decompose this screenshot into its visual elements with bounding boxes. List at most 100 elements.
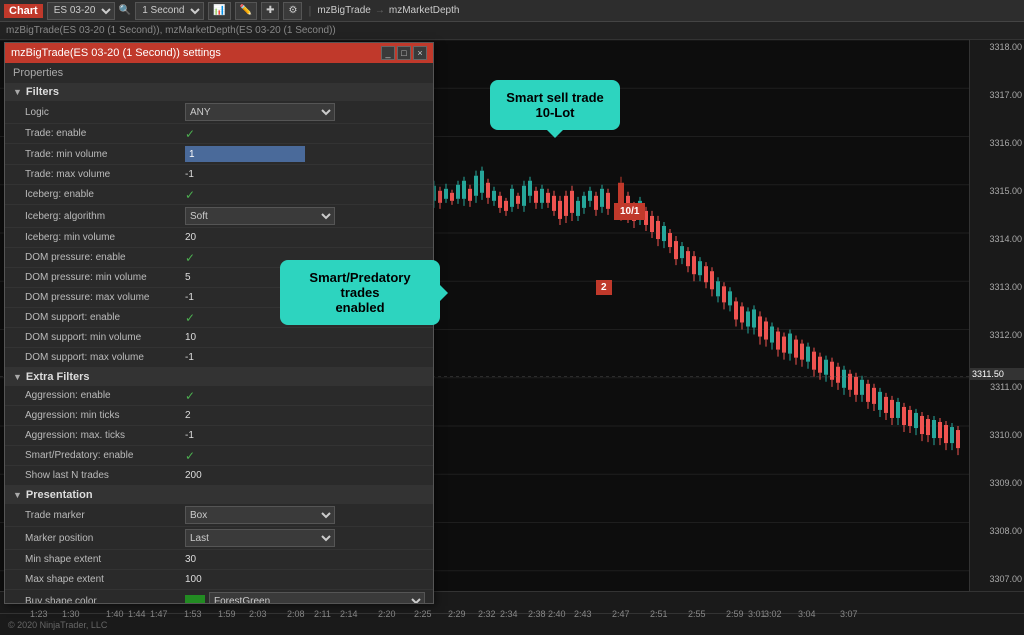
price-3314: 3314.00: [989, 234, 1022, 244]
prop-logic-value[interactable]: ANY: [185, 103, 425, 121]
prop-iceberg-enable: Iceberg: enable ✓: [5, 185, 433, 205]
prop-aggression-max-ticks: Aggression: max. ticks -1: [5, 426, 433, 446]
prop-dom-support-max: DOM support: max volume -1: [5, 348, 433, 368]
prop-trade-enable-value[interactable]: ✓: [185, 127, 425, 141]
prop-dom-support-enable-label: DOM support: enable: [25, 312, 185, 323]
price-3313: 3313.00: [989, 282, 1022, 292]
time-label-11: 2:20: [378, 609, 396, 619]
iceberg-alg-select[interactable]: Soft: [185, 207, 335, 225]
time-label-12: 2:25: [414, 609, 432, 619]
panel-restore-btn[interactable]: □: [397, 46, 411, 60]
trade-marker-large: 10/1: [614, 203, 645, 220]
main-area: 3318.00 3317.00 3316.00 3315.00 3314.00 …: [0, 40, 1024, 613]
smart-predatory-bubble: Smart/Predatory trades enabled: [280, 260, 440, 325]
time-label-8: 2:08: [287, 609, 305, 619]
panel-titlebar: mzBigTrade(ES 03-20 (1 Second)) settings…: [5, 43, 433, 63]
buy-color-box: [185, 595, 205, 603]
prop-trade-marker-label: Trade marker: [25, 510, 185, 521]
prop-min-shape-extent: Min shape extent 30: [5, 550, 433, 570]
prop-trade-enable-label: Trade: enable: [25, 128, 185, 139]
prop-aggression-max-ticks-label: Aggression: max. ticks: [25, 430, 185, 441]
instrument-select[interactable]: ES 03-20: [47, 2, 115, 20]
prop-iceberg-enable-value[interactable]: ✓: [185, 188, 425, 202]
price-3317: 3317.00: [989, 90, 1022, 100]
prop-trade-marker: Trade marker Box: [5, 504, 433, 527]
price-3309: 3309.00: [989, 478, 1022, 488]
panel-title: mzBigTrade(ES 03-20 (1 Second)) settings: [11, 47, 221, 59]
section-extra-filters[interactable]: ▼ Extra Filters: [5, 368, 433, 386]
time-label-24: 3:02: [764, 609, 782, 619]
trade-marker-select[interactable]: Box: [185, 506, 335, 524]
prop-aggression-enable-label: Aggression: enable: [25, 390, 185, 401]
marker-position-select[interactable]: Last: [185, 529, 335, 547]
time-label-10: 2:14: [340, 609, 358, 619]
nav-mzbig[interactable]: mzBigTrade: [317, 5, 371, 16]
draw-btn[interactable]: ✏️: [235, 2, 257, 20]
settings-btn[interactable]: ⚙: [283, 2, 302, 20]
toolbar: Chart ES 03-20 🔍 1 Second 📊 ✏️ ✚ ⚙ | mzB…: [0, 0, 1024, 22]
section-filters[interactable]: ▼ Filters: [5, 83, 433, 101]
smart-sell-bubble: Smart sell trade 10-Lot: [490, 80, 620, 130]
chart-type-btn[interactable]: 📊: [208, 2, 230, 20]
prop-marker-position-label: Marker position: [25, 533, 185, 544]
time-label-18: 2:43: [574, 609, 592, 619]
buy-color-select[interactable]: ForestGreen: [209, 592, 425, 603]
time-label-14: 2:32: [478, 609, 496, 619]
time-label-7: 2:03: [249, 609, 267, 619]
prop-aggression-enable: Aggression: enable ✓: [5, 386, 433, 406]
prop-trade-min-vol-label: Trade: min volume: [25, 149, 185, 160]
price-3307: 3307.00: [989, 574, 1022, 584]
prop-aggression-min-ticks-value: 2: [185, 410, 425, 421]
prop-buy-shape-color-value[interactable]: ForestGreen: [185, 592, 425, 603]
prop-trade-max-vol-label: Trade: max volume: [25, 169, 185, 180]
price-3318: 3318.00: [989, 42, 1022, 52]
panel-close-btn[interactable]: ×: [413, 46, 427, 60]
price-3311: 3311.00: [990, 382, 1022, 392]
prop-iceberg-min-vol-value: 20: [185, 232, 425, 243]
panel-scroll[interactable]: ▼ Filters Logic ANY Trade: enable ✓ Trad…: [5, 83, 433, 603]
prop-show-last-n-value: 200: [185, 470, 425, 481]
prop-buy-shape-color-label: Buy shape color: [25, 596, 185, 604]
time-label-20: 2:51: [650, 609, 668, 619]
time-label-3: 1:44: [128, 609, 146, 619]
prop-smart-predatory-enable-value[interactable]: ✓: [185, 449, 425, 463]
footer: © 2020 NinjaTrader, LLC 1:23 1:30 1:40 1…: [0, 613, 1024, 635]
section-presentation-label: Presentation: [26, 489, 93, 501]
prop-aggression-min-ticks: Aggression: min ticks 2: [5, 406, 433, 426]
section-filters-arrow: ▼: [13, 87, 22, 97]
time-label-23: 3:01: [748, 609, 766, 619]
chart-label: Chart: [4, 4, 43, 18]
logic-select[interactable]: ANY: [185, 103, 335, 121]
prop-dom-support-max-label: DOM support: max volume: [25, 352, 185, 363]
prop-buy-shape-color: Buy shape color ForestGreen: [5, 590, 433, 603]
time-label-15: 2:34: [500, 609, 518, 619]
price-highlight: 3311.50: [970, 368, 1024, 380]
section-presentation-arrow: ▼: [13, 490, 22, 500]
prop-aggression-enable-value[interactable]: ✓: [185, 389, 425, 403]
nav-mzdepth[interactable]: mzMarketDepth: [389, 5, 460, 16]
prop-trade-max-vol: Trade: max volume -1: [5, 165, 433, 185]
price-axis: 3318.00 3317.00 3316.00 3315.00 3314.00 …: [969, 40, 1024, 613]
time-label-0: 1:23: [30, 609, 48, 619]
prop-iceberg-alg-label: Iceberg: algorithm: [25, 211, 185, 222]
prop-marker-position: Marker position Last: [5, 527, 433, 550]
time-label-6: 1:59: [218, 609, 236, 619]
toolbar-icon-magnifier[interactable]: 🔍: [119, 5, 131, 16]
time-label-2: 1:40: [106, 609, 124, 619]
section-presentation[interactable]: ▼ Presentation: [5, 486, 433, 504]
breadcrumb-bar: mzBigTrade(ES 03-20 (1 Second)), mzMarke…: [0, 22, 1024, 40]
prop-smart-predatory-enable-label: Smart/Predatory: enable: [25, 450, 185, 461]
prop-min-shape-extent-label: Min shape extent: [25, 554, 185, 565]
price-3315: 3315.00: [989, 186, 1022, 196]
time-label-1: 1:30: [62, 609, 80, 619]
panel-minimize-btn[interactable]: _: [381, 46, 395, 60]
cursor-btn[interactable]: ✚: [261, 2, 279, 20]
time-label-13: 2:29: [448, 609, 466, 619]
interval-select[interactable]: 1 Second: [135, 2, 204, 20]
time-label-5: 1:53: [184, 609, 202, 619]
prop-dom-support-min-value: 10: [185, 332, 425, 343]
trade-marker-small: 2: [596, 280, 612, 295]
prop-dom-pressure-min-label: DOM pressure: min volume: [25, 272, 185, 283]
time-label-21: 2:55: [688, 609, 706, 619]
prop-trade-min-vol-input[interactable]: [185, 146, 305, 162]
